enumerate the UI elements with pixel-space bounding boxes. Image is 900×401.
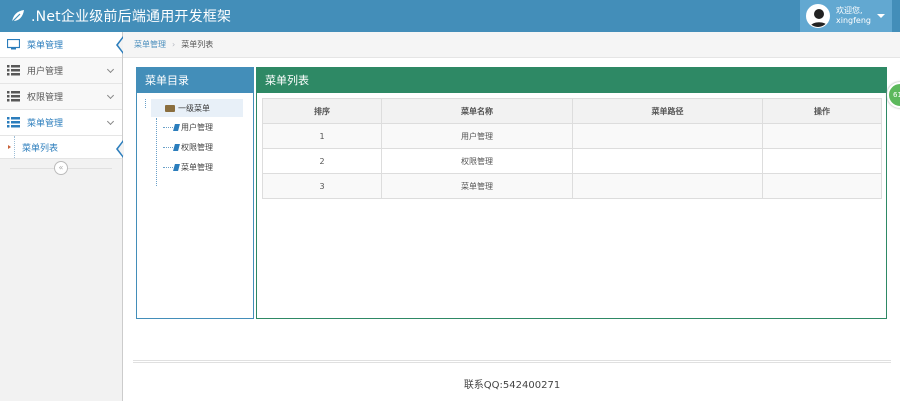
caret-right-icon bbox=[8, 145, 11, 149]
tree-node-label: 一级菜单 bbox=[178, 103, 210, 113]
app-title: .Net企业级前后端通用开发框架 bbox=[31, 9, 232, 25]
chevron-down-icon bbox=[106, 91, 115, 100]
folder-open-icon bbox=[165, 104, 175, 112]
column-header-name[interactable]: 菜单名称 bbox=[381, 98, 573, 124]
tree-line bbox=[163, 147, 173, 148]
submenu: 菜单列表 bbox=[0, 136, 124, 159]
cell-name: 权限管理 bbox=[381, 148, 573, 174]
file-icon bbox=[173, 143, 180, 151]
sidebar: 菜单管理 用户管理 权限管理 菜单管理 菜单列表 « bbox=[0, 32, 124, 401]
avatar bbox=[806, 4, 830, 28]
desktop-icon bbox=[7, 39, 20, 50]
sidebar-item-label: 用户管理 bbox=[27, 67, 64, 77]
column-header-order[interactable]: 排序 bbox=[262, 98, 382, 124]
sidebar-subitem-menu-list[interactable]: 菜单列表 bbox=[0, 136, 124, 158]
cell-path bbox=[572, 123, 763, 149]
tree-node-permission-management[interactable]: 权限管理 bbox=[143, 137, 253, 157]
sidebar-item-label: 菜单管理 bbox=[27, 41, 64, 51]
column-header-action[interactable]: 操作 bbox=[762, 98, 882, 124]
tree-line bbox=[163, 167, 173, 168]
cell-action bbox=[762, 123, 882, 149]
floating-badge[interactable]: 61 bbox=[887, 82, 900, 108]
sidebar-item-label: 权限管理 bbox=[27, 93, 64, 103]
collapse-sidebar-button[interactable]: « bbox=[54, 161, 68, 175]
chevron-down-icon bbox=[106, 117, 115, 126]
tree-line bbox=[163, 127, 173, 128]
menu-list-panel-title: 菜单列表 bbox=[257, 68, 886, 93]
breadcrumb-current: 菜单列表 bbox=[181, 40, 214, 49]
leaf-icon bbox=[11, 10, 24, 23]
column-header-path[interactable]: 菜单路径 bbox=[572, 98, 763, 124]
tree-line bbox=[145, 99, 146, 108]
top-navbar: .Net企业级前后端通用开发框架 欢迎您, xingfeng bbox=[0, 0, 900, 32]
table-row[interactable]: 3 菜单管理 bbox=[262, 173, 882, 199]
sidebar-item-user-management[interactable]: 用户管理 bbox=[0, 58, 122, 84]
tree-line bbox=[14, 136, 15, 158]
tree-node-root[interactable]: 一级菜单 bbox=[151, 99, 243, 117]
sidebar-item-menu-management[interactable]: 菜单管理 bbox=[0, 110, 122, 136]
menu-list-panel: 菜单列表 排序 菜单名称 菜单路径 操作 1 用户管理 2 权限管理 3 菜单管… bbox=[256, 67, 887, 319]
sidebar-collapse: « bbox=[0, 159, 122, 179]
footer: 联系QQ:542400271 bbox=[133, 360, 891, 401]
cell-order: 3 bbox=[262, 173, 382, 199]
cell-order: 1 bbox=[262, 123, 382, 149]
cell-name: 用户管理 bbox=[381, 123, 573, 149]
user-avatar-icon bbox=[809, 9, 829, 27]
breadcrumb-parent[interactable]: 菜单管理 bbox=[134, 39, 166, 50]
chevron-down-icon bbox=[106, 65, 115, 74]
sidebar-item-label: 菜单管理 bbox=[27, 119, 64, 129]
file-icon bbox=[173, 123, 180, 131]
menu-tree: 一级菜单 用户管理 权限管理 菜单管理 bbox=[137, 93, 253, 186]
user-info: 欢迎您, xingfeng bbox=[836, 6, 871, 26]
sidebar-item-permission-management[interactable]: 权限管理 bbox=[0, 84, 122, 110]
table-row[interactable]: 1 用户管理 bbox=[262, 123, 882, 149]
cell-order: 2 bbox=[262, 148, 382, 174]
sidebar-subitem-label: 菜单列表 bbox=[22, 143, 59, 154]
user-name: xingfeng bbox=[836, 16, 871, 25]
tree-node-label: 菜单管理 bbox=[181, 162, 213, 172]
footer-contact: 联系QQ:542400271 bbox=[463, 380, 561, 391]
list-icon bbox=[7, 65, 20, 76]
cell-path bbox=[572, 148, 763, 174]
active-marker bbox=[116, 36, 124, 54]
list-icon bbox=[7, 91, 20, 102]
tree-node-label: 用户管理 bbox=[181, 122, 213, 132]
tree-node-user-management[interactable]: 用户管理 bbox=[143, 117, 253, 137]
cell-path bbox=[572, 173, 763, 199]
cell-action bbox=[762, 148, 882, 174]
brand[interactable]: .Net企业级前后端通用开发框架 bbox=[11, 6, 231, 26]
cell-action bbox=[762, 173, 882, 199]
breadcrumb: 菜单管理 › 菜单列表 bbox=[123, 32, 900, 58]
sidebar-item-menu-management-top[interactable]: 菜单管理 bbox=[0, 32, 124, 58]
table-row[interactable]: 2 权限管理 bbox=[262, 148, 882, 174]
breadcrumb-separator-icon: › bbox=[172, 40, 176, 49]
user-menu[interactable]: 欢迎您, xingfeng bbox=[800, 0, 892, 32]
menu-tree-panel-title: 菜单目录 bbox=[137, 68, 253, 93]
tree-node-menu-management[interactable]: 菜单管理 bbox=[143, 157, 253, 177]
menu-table: 排序 菜单名称 菜单路径 操作 1 用户管理 2 权限管理 3 菜单管理 bbox=[262, 98, 882, 199]
active-marker bbox=[116, 140, 124, 158]
caret-down-icon bbox=[877, 14, 885, 18]
file-icon bbox=[173, 163, 180, 171]
menu-tree-panel: 菜单目录 一级菜单 用户管理 权限管理 菜单管理 bbox=[136, 67, 254, 319]
user-greeting: 欢迎您, bbox=[836, 6, 863, 15]
cell-name: 菜单管理 bbox=[381, 173, 573, 199]
list-icon bbox=[7, 117, 20, 128]
table-header-row: 排序 菜单名称 菜单路径 操作 bbox=[262, 98, 882, 124]
tree-node-label: 权限管理 bbox=[181, 142, 213, 152]
